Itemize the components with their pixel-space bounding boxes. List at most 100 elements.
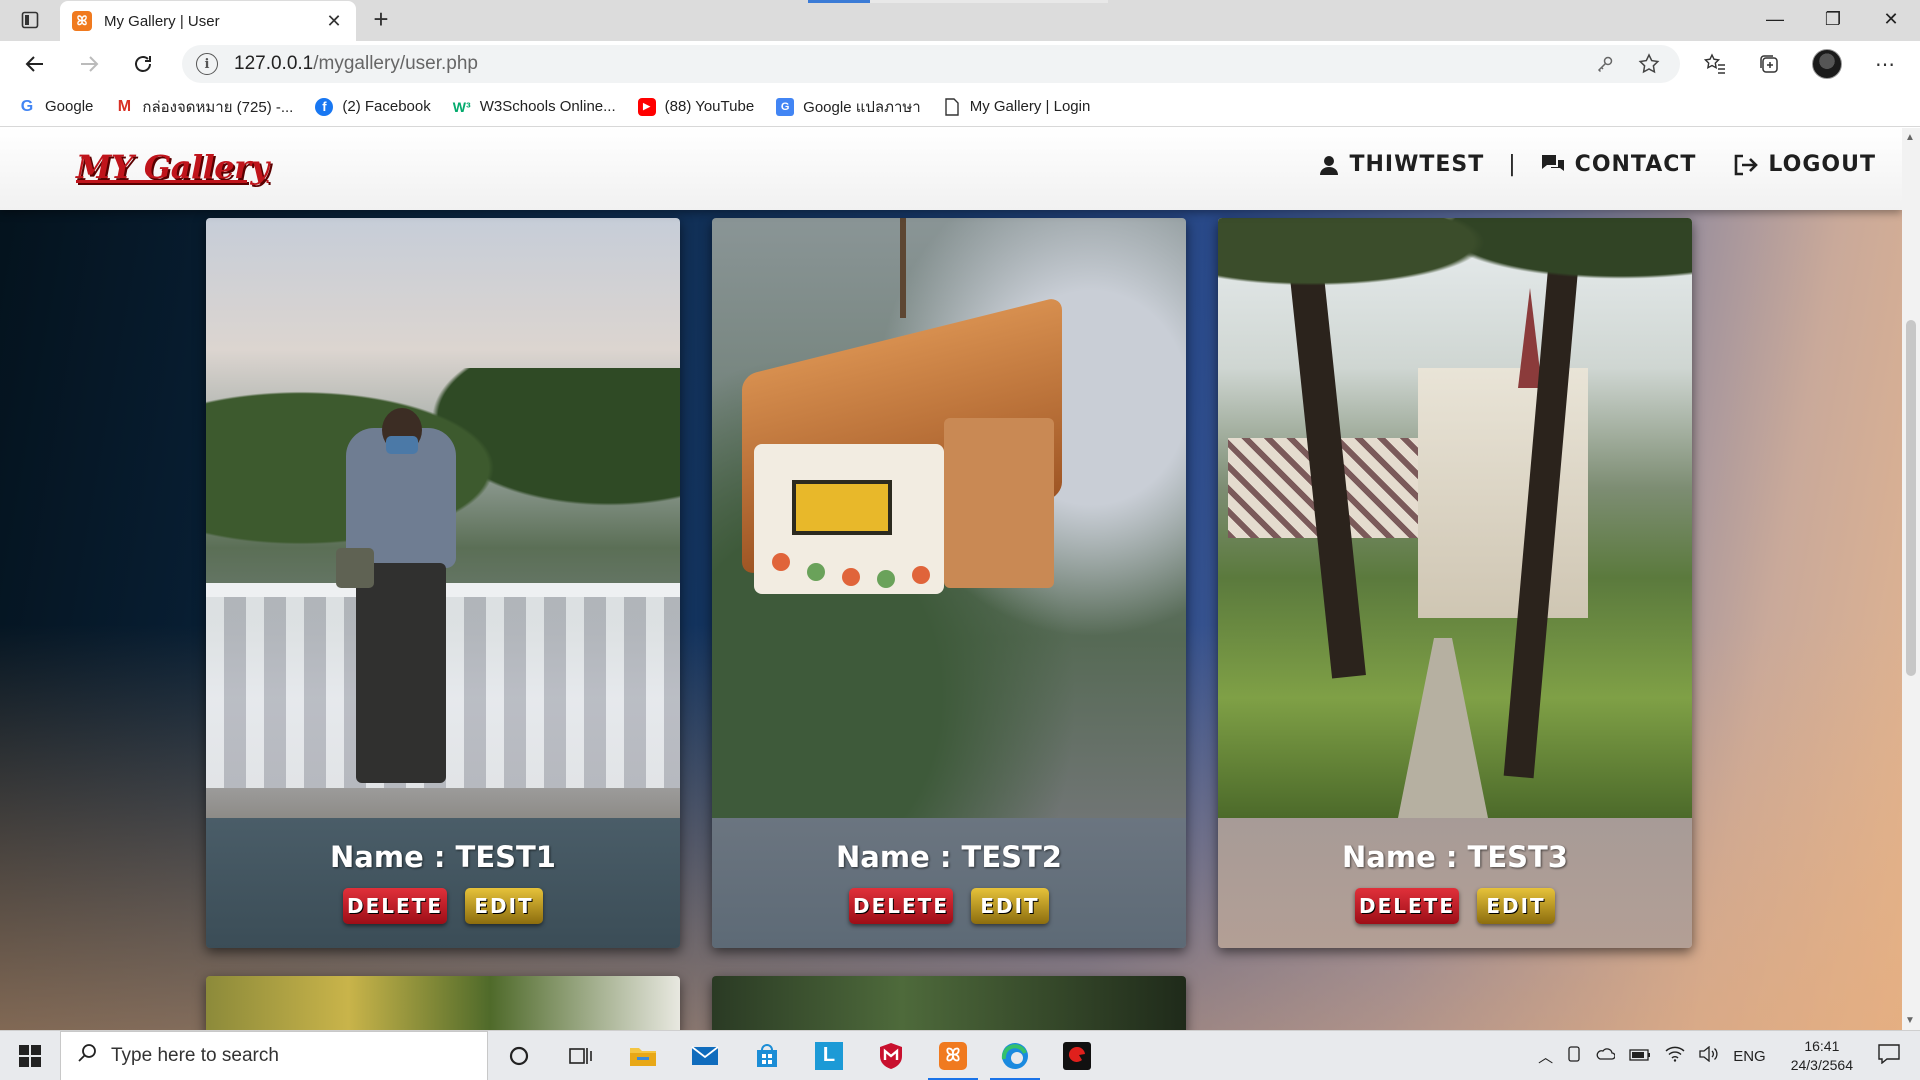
address-bar[interactable]: i 127.0.0.1/mygallery/user.php: [182, 45, 1680, 83]
forward-arrow-icon[interactable]: [74, 49, 104, 79]
battery-icon[interactable]: [1629, 1048, 1651, 1065]
nav-logout[interactable]: LOGOUT: [1734, 152, 1876, 177]
gallery-card: Name : TEST3 DELETE EDIT: [1218, 218, 1692, 948]
garena-icon[interactable]: [1046, 1031, 1108, 1080]
bookmark-gmail[interactable]: M กล่องจดหมาย (725) -...: [115, 95, 294, 119]
xampp-icon[interactable]: ꕤ: [922, 1031, 984, 1080]
scroll-up-icon[interactable]: ▲: [1905, 132, 1915, 143]
site-nav: THIWTEST | CONTACT LOGOUT: [1319, 152, 1876, 177]
delete-button[interactable]: DELETE: [1355, 888, 1459, 924]
scroll-thumb[interactable]: [1906, 320, 1916, 676]
wifi-icon[interactable]: [1665, 1046, 1685, 1066]
ceramic-house-ornament-photo[interactable]: [712, 218, 1186, 818]
card-info: Name : TEST2 DELETE EDIT: [712, 818, 1186, 948]
onedrive-cloud-icon[interactable]: [1595, 1047, 1616, 1065]
window-controls: — ❐ ✕: [1746, 0, 1920, 38]
device-icon[interactable]: [1567, 1046, 1581, 1066]
google-icon: G: [20, 97, 34, 115]
page-viewport: MY Gallery THIWTEST | CONTACT LOGOUT Nam…: [0, 128, 1902, 1030]
edit-button[interactable]: EDIT: [465, 888, 543, 924]
delete-button[interactable]: DELETE: [343, 888, 447, 924]
edit-button[interactable]: EDIT: [971, 888, 1049, 924]
facebook-icon: f: [315, 97, 334, 116]
nav-logout-label: LOGOUT: [1768, 152, 1876, 177]
card-info: Name : TEST3 DELETE EDIT: [1218, 818, 1692, 948]
browser-tab-active[interactable]: ꕤ My Gallery | User ✕: [60, 1, 356, 41]
clock-date: 24/3/2564: [1790, 1057, 1853, 1073]
restore-icon[interactable]: ❐: [1804, 0, 1862, 38]
language-indicator[interactable]: ENG: [1733, 1048, 1766, 1065]
file-explorer-icon[interactable]: [612, 1031, 674, 1080]
delete-button[interactable]: DELETE: [849, 888, 953, 924]
volume-icon[interactable]: [1699, 1045, 1719, 1066]
garden-trees-photo[interactable]: [206, 976, 680, 1030]
password-key-icon[interactable]: [1592, 51, 1618, 77]
profile-avatar[interactable]: [1810, 47, 1844, 81]
bookmark-label: Google แปลภาษา: [803, 98, 921, 116]
bookmark-youtube[interactable]: ▶ (88) YouTube: [637, 97, 755, 116]
youtube-icon: ▶: [637, 97, 656, 116]
letter-l-app-icon[interactable]: L: [798, 1031, 860, 1080]
nav-user[interactable]: THIWTEST: [1319, 152, 1484, 177]
gmail-icon: M: [117, 97, 132, 115]
tab-close-icon[interactable]: ✕: [324, 11, 344, 32]
tab-actions-icon[interactable]: [16, 8, 44, 32]
google-translate-icon: G: [776, 97, 795, 116]
card-actions: DELETE EDIT: [343, 888, 543, 924]
man-on-bridge-photo[interactable]: [206, 218, 680, 818]
mcafee-icon[interactable]: [860, 1031, 922, 1080]
clock-time: 16:41: [1804, 1038, 1840, 1054]
site-info-icon[interactable]: i: [196, 53, 218, 75]
search-icon: [77, 1043, 97, 1069]
windows-start-icon[interactable]: [0, 1031, 60, 1080]
system-tray: ︿ ENG 16:41 24/3/2564: [1531, 1031, 1920, 1080]
add-favorite-star-icon[interactable]: [1636, 51, 1662, 77]
back-arrow-icon[interactable]: [20, 49, 50, 79]
reload-icon[interactable]: [128, 49, 158, 79]
gallery-card: Name : TEST1 DELETE EDIT: [206, 218, 680, 948]
minimize-icon[interactable]: —: [1746, 0, 1804, 38]
close-window-icon[interactable]: ✕: [1862, 0, 1920, 38]
gallery-card-partial: [712, 976, 1186, 1030]
url-path: /mygallery/user.php: [313, 53, 478, 74]
tab-loading-indicator: [808, 0, 1108, 3]
edge-browser-icon[interactable]: [984, 1031, 1046, 1080]
nav-contact[interactable]: CONTACT: [1541, 152, 1697, 177]
bookmark-google[interactable]: G Google: [18, 97, 94, 116]
site-logo[interactable]: MY Gallery: [76, 148, 269, 186]
taskbar-search-input[interactable]: Type here to search: [60, 1030, 488, 1080]
mail-icon[interactable]: [674, 1031, 736, 1080]
bookmark-facebook[interactable]: f (2) Facebook: [315, 97, 431, 116]
bookmark-label: (88) YouTube: [664, 98, 755, 115]
bookmark-w3schools[interactable]: W³ W3Schools Online...: [453, 98, 616, 116]
microsoft-store-icon[interactable]: [736, 1031, 798, 1080]
palace-garden-photo[interactable]: [1218, 218, 1692, 818]
bookmark-my-gallery-login[interactable]: My Gallery | Login: [943, 97, 1091, 116]
notifications-icon[interactable]: [1878, 1044, 1900, 1068]
scroll-down-icon[interactable]: ▼: [1905, 1015, 1915, 1026]
url-text[interactable]: 127.0.0.1/mygallery/user.php: [234, 53, 1592, 75]
new-tab-button[interactable]: +: [366, 5, 396, 35]
gallery-card-partial: [206, 976, 680, 1030]
task-view-icon[interactable]: [550, 1031, 612, 1080]
nav-user-label: THIWTEST: [1349, 152, 1485, 177]
collections-icon[interactable]: [1752, 47, 1786, 81]
windows-taskbar: Type here to search L ꕤ ︿ ENG 16:41 24/3…: [0, 1030, 1920, 1080]
edit-button[interactable]: EDIT: [1477, 888, 1555, 924]
clock[interactable]: 16:41 24/3/2564: [1791, 1037, 1853, 1075]
bookmark-label: My Gallery | Login: [969, 98, 1091, 115]
bookmark-google-translate[interactable]: G Google แปลภาษา: [776, 95, 921, 119]
more-menu-icon[interactable]: ⋯: [1868, 47, 1902, 81]
nav-separator: |: [1508, 152, 1517, 177]
page-scrollbar[interactable]: ▲ ▼: [1902, 128, 1920, 1030]
show-hidden-icons-icon[interactable]: ︿: [1538, 1046, 1553, 1067]
page-icon: [943, 97, 961, 116]
favorites-icon[interactable]: [1698, 47, 1732, 81]
w3schools-icon: W³: [452, 98, 471, 115]
dark-foliage-photo[interactable]: [712, 976, 1186, 1030]
browser-tabstrip: ꕤ My Gallery | User ✕ + — ❐ ✕: [0, 0, 1920, 41]
tab-title: My Gallery | User: [104, 12, 220, 30]
cortana-icon[interactable]: [488, 1031, 550, 1080]
search-placeholder: Type here to search: [111, 1044, 279, 1066]
user-icon: [1319, 155, 1339, 175]
